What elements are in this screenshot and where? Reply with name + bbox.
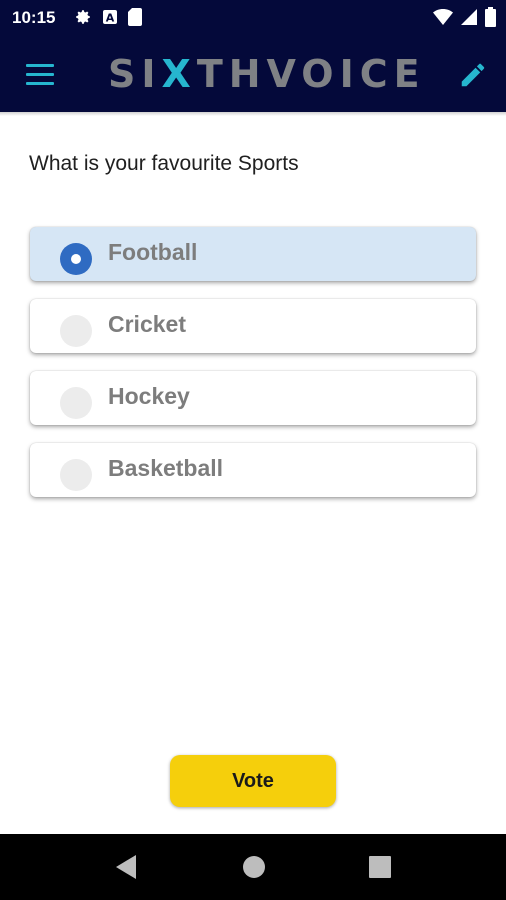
radio-button-selected[interactable] [60, 243, 92, 275]
a-icon: A [103, 10, 117, 25]
hamburger-menu-icon[interactable] [26, 64, 54, 86]
back-icon[interactable] [114, 854, 138, 880]
logo-suffix: THVOICE [196, 52, 426, 96]
option-label: Football [108, 239, 198, 265]
logo-x: X [161, 52, 197, 96]
radio-button[interactable] [60, 459, 92, 491]
status-bar: 10:15 A [0, 0, 506, 36]
app-bar: SI X THVOICE [0, 36, 506, 112]
poll-option-football[interactable]: Football [30, 227, 476, 281]
svg-text:A: A [106, 12, 115, 25]
wifi-icon [433, 9, 453, 25]
status-time: 10:15 [12, 8, 56, 27]
system-nav-bar [0, 834, 506, 900]
radio-button[interactable] [60, 387, 92, 419]
option-label: Hockey [108, 383, 190, 409]
poll-option-cricket[interactable]: Cricket [30, 299, 476, 353]
home-icon[interactable] [242, 855, 266, 879]
app-bar-shadow [0, 112, 506, 116]
poll-option-basketball[interactable]: Basketball [30, 443, 476, 497]
logo-prefix: SI [108, 52, 162, 96]
app-logo: SI X THVOICE [108, 50, 426, 98]
signal-icon [461, 9, 477, 25]
status-icons-right [433, 7, 496, 27]
vote-button[interactable]: Vote [170, 755, 336, 807]
recents-icon[interactable] [369, 856, 391, 878]
option-label: Basketball [108, 455, 224, 481]
pencil-edit-icon[interactable] [458, 60, 488, 90]
poll-option-hockey[interactable]: Hockey [30, 371, 476, 425]
status-icons-left: A [74, 8, 142, 26]
poll-question: What is your favourite Sports [29, 152, 299, 175]
battery-icon [485, 7, 496, 27]
sd-card-icon [128, 8, 142, 26]
gear-icon [76, 10, 90, 24]
option-label: Cricket [108, 311, 186, 337]
radio-button[interactable] [60, 315, 92, 347]
